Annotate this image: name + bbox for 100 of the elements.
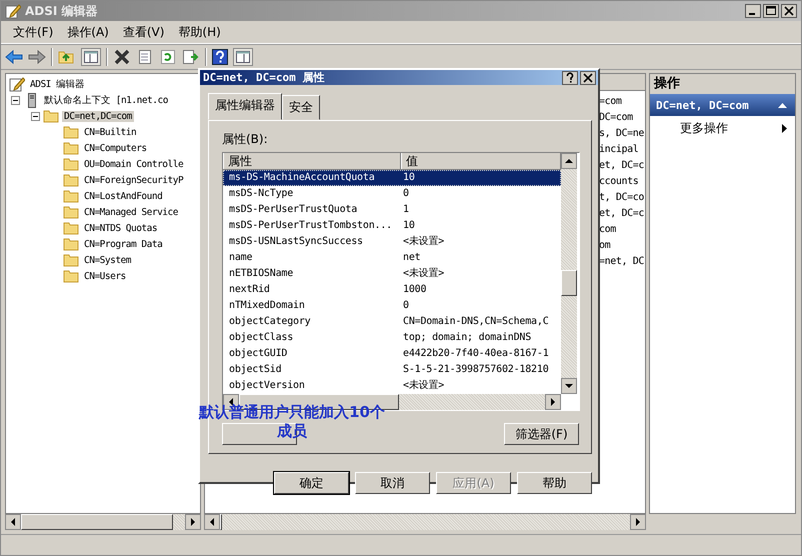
scroll-right-icon[interactable] <box>545 394 561 410</box>
list-item[interactable]: incipal <box>599 144 645 160</box>
menu-item[interactable]: 帮助(H) <box>174 24 225 40</box>
table-row[interactable]: objectCategory CN=Domain-DNS,CN=Schema,C <box>223 314 561 330</box>
list-item[interactable]: com <box>599 224 645 240</box>
collapse-arrow-icon <box>778 102 787 108</box>
menu-item[interactable]: 文件(F) <box>9 24 58 40</box>
table-row[interactable]: msDS-USNLastSyncSuccess <未设置> <box>223 234 561 250</box>
tree-item[interactable]: CN=ForeignSecurityP <box>82 174 186 186</box>
delete-icon[interactable] <box>113 49 131 65</box>
table-row[interactable]: objectClass top; domain; domainDNS <box>223 330 561 346</box>
menu-item[interactable]: 操作(A) <box>63 24 113 40</box>
tree-item[interactable]: CN=Builtin <box>82 126 138 138</box>
action-pane-toggle-icon[interactable] <box>233 48 253 66</box>
tab[interactable]: 安全 <box>282 95 320 120</box>
table-row[interactable]: msDS-NcType 0 <box>223 186 561 202</box>
up-folder-icon[interactable] <box>58 49 76 65</box>
list-item[interactable]: et, DC=c <box>599 208 645 224</box>
action-item[interactable]: 更多操作 <box>680 120 728 137</box>
tree-item[interactable]: CN=Program Data <box>82 238 164 250</box>
actions-group-header[interactable]: DC=net, DC=com <box>650 94 795 116</box>
folder-icon <box>43 108 59 124</box>
horizontal-scrollbar[interactable] <box>5 514 201 530</box>
scroll-left-icon[interactable] <box>5 514 21 530</box>
table-cell-text: msDS-NcType <box>228 187 294 201</box>
list-item[interactable]: t, DC=co <box>599 192 645 208</box>
properties-icon[interactable] <box>136 49 154 65</box>
dialog-title: DC=net, DC=com 属性 <box>203 70 324 85</box>
list-item[interactable]: et, DC=c <box>599 160 645 176</box>
table-row[interactable]: ms-DS-MachineAccountQuota 10 <box>223 170 561 186</box>
scroll-left-icon[interactable] <box>204 514 220 530</box>
close-icon[interactable] <box>580 70 596 84</box>
table-cell-text: 10 <box>403 171 416 185</box>
list-item[interactable]: s, DC=ne <box>599 128 645 144</box>
help-icon[interactable] <box>212 49 228 65</box>
menu-item[interactable]: 查看(V) <box>118 24 168 40</box>
table-cell-text: 0 <box>403 187 410 201</box>
tree-item[interactable]: CN=LostAndFound <box>82 190 164 202</box>
table-row[interactable]: msDS-PerUserTrustTombston... 10 <box>223 218 561 234</box>
submenu-arrow-icon <box>782 124 787 133</box>
list-item[interactable]: ccounts <box>599 176 645 192</box>
table-cell-text: nETBIOSName <box>228 267 294 281</box>
table-cell-text: CN=Domain-DNS,CN=Schema,C <box>403 315 550 329</box>
tree-item[interactable]: CN=NTDS Quotas <box>82 222 160 234</box>
panel-toggle-icon[interactable] <box>81 48 101 66</box>
scroll-thumb[interactable] <box>220 514 222 530</box>
collapse-icon[interactable] <box>31 112 40 120</box>
table-cell-text: 1 <box>403 203 410 217</box>
table-row[interactable]: nTMixedDomain 0 <box>223 298 561 314</box>
table-row[interactable]: msDS-PerUserTrustQuota 1 <box>223 202 561 218</box>
table-cell-text: objectClass <box>228 331 294 345</box>
table-row[interactable]: nETBIOSName <未设置> <box>223 266 561 282</box>
refresh-icon[interactable] <box>159 49 177 65</box>
scroll-right-icon[interactable] <box>185 514 201 530</box>
list-item[interactable]: =net, DC <box>599 256 645 272</box>
forward-arrow-icon[interactable] <box>28 49 46 65</box>
table-row[interactable]: name net <box>223 250 561 266</box>
table-row[interactable]: nextRid 1000 <box>223 282 561 298</box>
dialog-button[interactable]: 确定 <box>274 472 349 494</box>
table-cell-text: <未设置> <box>403 234 446 249</box>
list-item[interactable]: =com <box>599 96 645 112</box>
back-arrow-icon[interactable] <box>5 49 23 65</box>
help-icon[interactable] <box>562 70 578 84</box>
table-row[interactable]: objectGUID e4422b20-7f40-40ea-8167-1 <box>223 346 561 362</box>
tree-item[interactable]: CN=Managed Service <box>82 206 180 218</box>
table-cell-text: msDS-PerUserTrustQuota <box>228 203 358 217</box>
table-cell-text: nextRid <box>228 283 271 297</box>
scroll-down-icon[interactable] <box>561 378 577 394</box>
column-header[interactable]: 属性 <box>223 153 401 169</box>
tree-item[interactable]: 默认命名上下文 [n1.net.co <box>42 94 170 106</box>
scroll-up-icon[interactable] <box>561 153 577 169</box>
tree-item[interactable]: DC=net,DC=com <box>62 110 134 122</box>
table-row[interactable]: objectSid S-1-5-21-3998757602-18210 <box>223 362 561 378</box>
folder-icon <box>63 140 79 156</box>
collapse-icon[interactable] <box>11 96 20 104</box>
vertical-scrollbar[interactable] <box>561 153 577 394</box>
tree-item[interactable]: CN=Computers <box>82 142 149 154</box>
scroll-thumb[interactable] <box>561 270 577 296</box>
maximize-icon[interactable] <box>763 4 779 18</box>
dialog-button[interactable]: 取消 <box>355 472 430 494</box>
dialog-button[interactable]: 帮助 <box>517 472 592 494</box>
table-row[interactable]: objectVersion <未设置> <box>223 378 561 394</box>
table-cell-text: top; domain; domainDNS <box>403 331 532 345</box>
scroll-right-icon[interactable] <box>630 514 646 530</box>
table-cell-text: <未设置> <box>403 266 446 281</box>
scroll-thumb[interactable] <box>21 514 173 530</box>
tree-item[interactable]: CN=Users <box>82 270 128 282</box>
table-cell-text: ms-DS-MachineAccountQuota <box>228 171 376 185</box>
table-cell-text: S-1-5-21-3998757602-18210 <box>403 363 550 377</box>
editor-icon <box>9 76 25 92</box>
tab[interactable]: 属性编辑器 <box>208 93 282 120</box>
tree-item[interactable]: CN=System <box>82 254 133 266</box>
export-list-icon[interactable] <box>182 49 200 65</box>
horizontal-scrollbar[interactable] <box>204 514 646 530</box>
minimize-icon[interactable] <box>745 4 761 18</box>
list-item[interactable]: om <box>599 240 645 256</box>
close-icon[interactable] <box>781 4 797 18</box>
filter-button[interactable]: 筛选器(F) <box>504 423 579 445</box>
tree-item[interactable]: OU=Domain Controlle <box>82 158 186 170</box>
tree-item[interactable]: ADSI 编辑器 <box>28 78 87 90</box>
